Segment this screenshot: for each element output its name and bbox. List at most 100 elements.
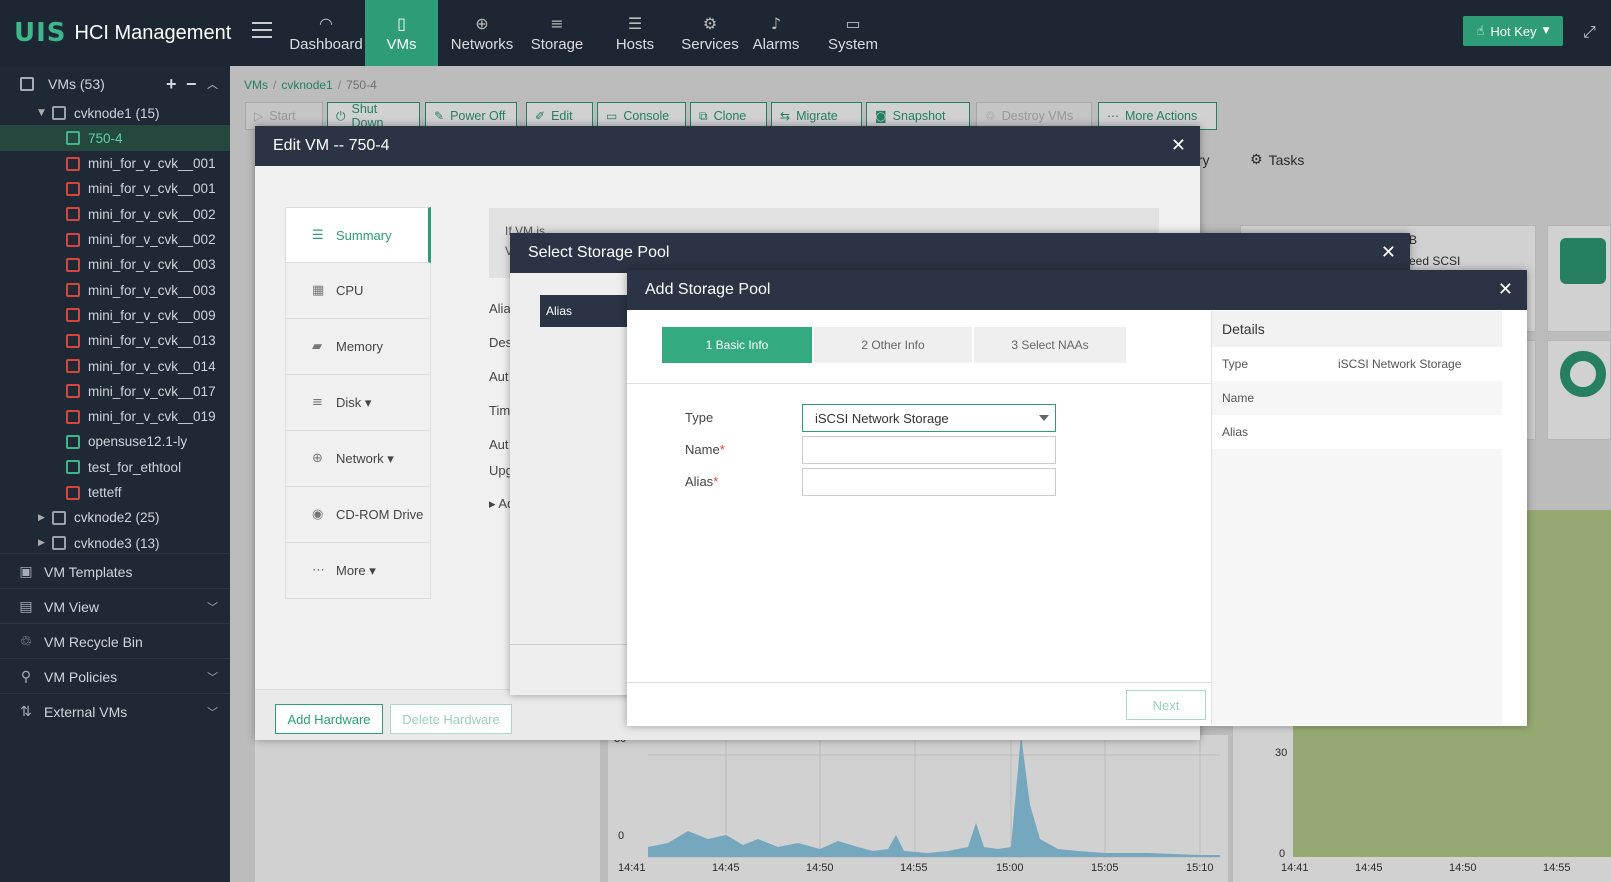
add-hardware-button[interactable]: Add Hardware xyxy=(275,704,383,734)
dropdown-arrow-icon[interactable] xyxy=(1039,415,1049,421)
tree-label: 750-4 xyxy=(88,130,123,146)
tree-vm[interactable]: mini_for_v_cvk__001 xyxy=(0,151,230,177)
nav-vms[interactable]: ▯ VMs xyxy=(365,0,438,71)
select-pool-header: Select Storage Pool ✕ xyxy=(510,233,1410,273)
tree-vm[interactable]: mini_for_v_cvk__014 xyxy=(0,353,230,379)
wizard-steps: 1 Basic Info 2 Other Info 3 Select NAAs xyxy=(662,327,1128,363)
type-select[interactable]: iSCSI Network Storage xyxy=(802,404,1056,432)
globe-icon: ⊕ xyxy=(475,13,489,33)
edit-menu-summary[interactable]: ☰ Summary xyxy=(285,207,431,263)
alias-input[interactable] xyxy=(802,468,1056,496)
policy-icon: ⚲ xyxy=(20,668,32,685)
tree-vm[interactable]: mini_for_v_cvk__002 xyxy=(0,201,230,227)
close-icon[interactable]: ✕ xyxy=(1498,279,1513,300)
tree-vm[interactable]: mini_for_v_cvk__003 xyxy=(0,277,230,303)
edit-menu-cdromdrive[interactable]: ◉ CD-ROM Drive xyxy=(285,487,431,543)
step-label: 3 Select NAAs xyxy=(1011,338,1089,352)
expand-right-icon[interactable]: ▶ xyxy=(38,513,52,523)
tree-vm[interactable]: mini_for_v_cvk__002 xyxy=(0,227,230,253)
vm-stopped-icon xyxy=(66,409,80,424)
label-text: Alias xyxy=(685,474,714,489)
tree-label: mini_for_v_cvk__003 xyxy=(88,257,216,273)
wizard-step-1[interactable]: 1 Basic Info xyxy=(662,327,812,363)
edit-vm-header: Edit VM -- 750-4 ✕ xyxy=(255,126,1200,166)
chevron-down-icon[interactable]: ﹀ xyxy=(207,669,218,685)
edit-field-label: Des xyxy=(489,335,513,350)
tree-vm[interactable]: mini_for_v_cvk__003 xyxy=(0,252,230,278)
label-text: Type xyxy=(685,410,714,425)
remove-icon[interactable]: − xyxy=(186,74,197,95)
sidebar-section-vm-view[interactable]: ▤ VM View ﹀ xyxy=(0,588,230,624)
tree-vm[interactable]: opensuse12.1-ly xyxy=(0,429,230,455)
edit-menu-more[interactable]: ⋯ More ▾ xyxy=(285,543,431,599)
sidebar-section-external-vms[interactable]: ⇅ External VMs ﹀ xyxy=(0,693,230,729)
expand-down-icon[interactable]: ▼ xyxy=(38,108,52,118)
menu-icon: ▦ xyxy=(312,283,325,298)
nav-services[interactable]: ⚙ Services xyxy=(668,0,752,66)
caret-down-icon: ▼ xyxy=(1542,26,1550,36)
vm-stopped-icon xyxy=(66,156,80,171)
name-input[interactable] xyxy=(802,436,1056,464)
close-icon[interactable]: ✕ xyxy=(1171,135,1186,156)
step-label: 2 Other Info xyxy=(861,338,925,352)
tree-host[interactable]: ▶ cvknode2 (25) xyxy=(0,505,230,531)
expand-right-icon[interactable]: ▶ xyxy=(38,538,52,548)
next-button[interactable]: Next xyxy=(1126,690,1206,720)
chevron-down-icon[interactable]: ﹀ xyxy=(207,599,218,615)
wizard-step-2[interactable]: 2 Other Info xyxy=(814,327,972,363)
tree-vm[interactable]: mini_for_v_cvk__013 xyxy=(0,328,230,354)
vms-count-label: VMs (53) xyxy=(48,76,105,92)
sidebar: VMs (53) + − ︿ ▼ cvknode1 (15) 750-4 mini_f… xyxy=(0,66,230,882)
nav-storage[interactable]: ≡ Storage xyxy=(520,0,594,66)
tree-vm[interactable]: 750-4 xyxy=(0,125,230,152)
tree-vm[interactable]: mini_for_v_cvk__019 xyxy=(0,404,230,430)
tree-vm[interactable]: mini_for_v_cvk__001 xyxy=(0,176,230,202)
delete-hardware-button[interactable]: Delete Hardware xyxy=(390,704,512,734)
menu-label: Memory xyxy=(336,339,383,354)
nav-networks[interactable]: ⊕ Networks xyxy=(442,0,522,66)
add-icon[interactable]: + xyxy=(166,74,177,95)
nav-label: Alarms xyxy=(752,35,800,53)
edit-menu-memory[interactable]: ▰ Memory xyxy=(285,319,431,375)
tree-vm[interactable]: mini_for_v_cvk__009 xyxy=(0,302,230,328)
details-row-name: Name xyxy=(1212,381,1502,415)
fullscreen-icon[interactable]: ⤢ xyxy=(1583,22,1596,42)
tree-label: test_for_ethtool xyxy=(88,459,182,475)
tree-label: mini_for_v_cvk__001 xyxy=(88,156,216,172)
input-value: iSCSI Network Storage xyxy=(815,410,949,426)
nav-alarms[interactable]: ♪ Alarms xyxy=(746,0,806,66)
sidebar-section-vm-templates[interactable]: ▣ VM Templates xyxy=(0,553,230,589)
tree-vm[interactable]: mini_for_v_cvk__017 xyxy=(0,378,230,404)
nav-dashboard[interactable]: ◠ Dashboard xyxy=(287,0,365,66)
tree-label: mini_for_v_cvk__002 xyxy=(88,232,216,247)
step-label: 1 Basic Info xyxy=(705,338,769,352)
nav-label: Storage xyxy=(530,35,584,53)
details-key: Alias xyxy=(1222,425,1249,439)
sidebar-section-vm-policies[interactable]: ⚲ VM Policies ﹀ xyxy=(0,658,230,694)
sidebar-section-vm-recycle-bin[interactable]: ♲ VM Recycle Bin xyxy=(0,623,230,659)
collapse-icon[interactable]: ︿ xyxy=(207,76,218,92)
tree-vm[interactable]: test_for_ethtool xyxy=(0,454,230,480)
menu-icon: ◉ xyxy=(312,507,324,522)
hot-key-button[interactable]: ☝ Hot Key ▼ xyxy=(1463,16,1563,46)
vms-header[interactable]: VMs (53) + − ︿ xyxy=(0,68,230,100)
edit-menu-disk[interactable]: ≡ Disk ▾ xyxy=(285,375,431,431)
nav-system[interactable]: ▭ System xyxy=(817,0,889,66)
edit-menu-network[interactable]: ⊕ Network ▾ xyxy=(285,431,431,487)
close-icon[interactable]: ✕ xyxy=(1381,242,1396,263)
tree-label: mini_for_v_cvk__014 xyxy=(88,358,216,374)
menu-icon: ≡ xyxy=(312,395,323,410)
details-panel: Details Type iSCSI Network Storage Name Ali… xyxy=(1211,311,1502,725)
chevron-down-icon[interactable]: ﹀ xyxy=(207,704,218,720)
wizard-step-3[interactable]: 3 Select NAAs xyxy=(974,327,1126,363)
gear-icon: ⚙ xyxy=(702,13,718,33)
tree-label: opensuse12.1-ly xyxy=(88,434,188,450)
tree-vm[interactable]: tetteff xyxy=(0,480,230,506)
menu-toggle-icon[interactable] xyxy=(252,22,272,38)
tree-host[interactable]: ▼ cvknode1 (15) xyxy=(0,100,230,126)
server-icon: ☰ xyxy=(627,13,643,33)
edit-menu-cpu[interactable]: ▦ CPU xyxy=(285,263,431,319)
nav-hosts[interactable]: ☰ Hosts xyxy=(597,0,673,66)
tree-label: cvknode2 (25) xyxy=(74,510,160,526)
vm-stopped-icon xyxy=(66,257,80,272)
